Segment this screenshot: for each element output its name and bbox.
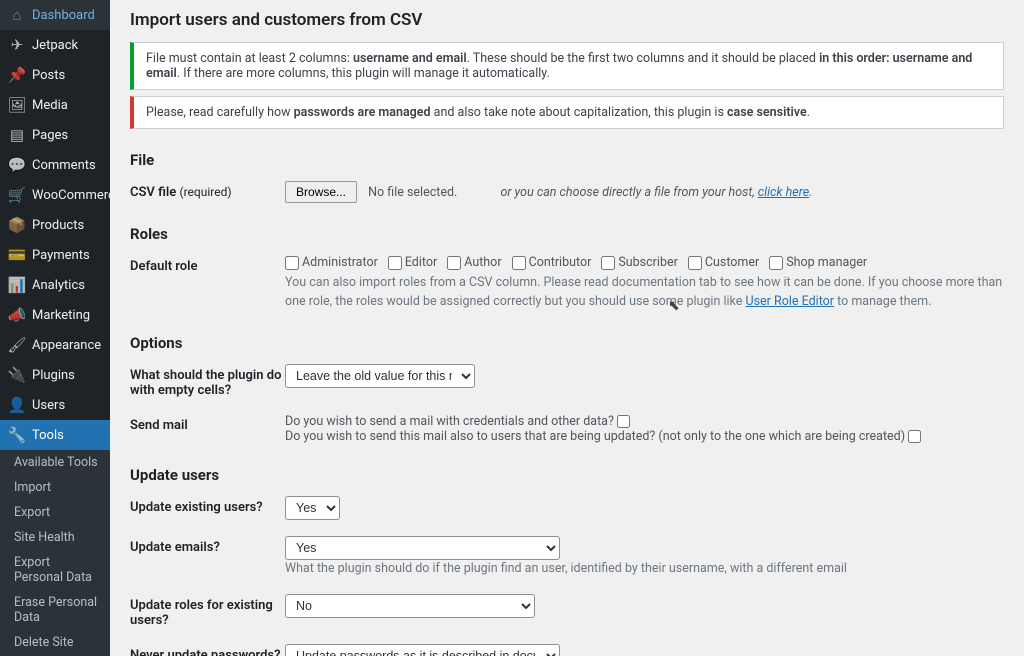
update-emails-desc: What the plugin should do if the plugin … [285, 560, 1004, 579]
csv-file-label: CSV file (required) [130, 181, 285, 203]
role-check-editor[interactable]: Editor [388, 255, 437, 270]
role-checkbox[interactable] [688, 256, 702, 270]
role-checkbox[interactable] [388, 256, 402, 270]
menu-icon: ✈ [8, 36, 26, 54]
submenu-item[interactable]: Site Health [0, 525, 110, 550]
user-role-editor-link[interactable]: User Role Editor [746, 294, 835, 309]
role-checkbox[interactable] [769, 256, 783, 270]
menu-icon: 💬 [8, 156, 26, 174]
sidebar-item-marketing[interactable]: 📣Marketing [0, 300, 110, 330]
role-check-subscriber[interactable]: Subscriber [601, 255, 678, 270]
sidebar-item-users[interactable]: 👤Users [0, 390, 110, 420]
section-file: File [130, 151, 1004, 169]
admin-sidebar: ⌂Dashboard✈Jetpack📌Posts🖼Media▤Pages💬Com… [0, 0, 110, 656]
mail-updated-checkbox[interactable] [908, 430, 921, 443]
menu-icon: 🖌 [8, 336, 26, 354]
never-update-pw-select[interactable]: Update passwords as it is described in d… [285, 644, 560, 656]
submenu-item[interactable]: Delete Site [0, 630, 110, 655]
menu-icon: ⌂ [8, 6, 26, 24]
sidebar-item-comments[interactable]: 💬Comments [0, 150, 110, 180]
submenu-item[interactable]: Available Tools [0, 450, 110, 475]
update-existing-label: Update existing users? [130, 496, 285, 520]
sidebar-item-jetpack[interactable]: ✈Jetpack [0, 30, 110, 60]
mail-q2-text: Do you wish to send this mail also to us… [285, 429, 905, 444]
click-here-link[interactable]: click here [758, 185, 809, 200]
menu-icon: 🔧 [8, 426, 26, 444]
update-roles-label: Update roles for existing users? [130, 594, 285, 628]
role-checkbox[interactable] [601, 256, 615, 270]
sidebar-item-media[interactable]: 🖼Media [0, 90, 110, 120]
empty-cells-select[interactable]: Leave the old value for this metadata [285, 364, 475, 388]
submenu-item[interactable]: Import [0, 475, 110, 500]
no-file-text: No file selected. [368, 185, 457, 200]
host-hint: or you can choose directly a file from y… [500, 185, 812, 200]
roles-description: You can also import roles from a CSV col… [285, 274, 1004, 312]
never-update-pw-label: Never update passwords? [130, 644, 285, 656]
submenu-item[interactable]: Export Personal Data [0, 550, 110, 590]
sidebar-item-posts[interactable]: 📌Posts [0, 60, 110, 90]
role-check-author[interactable]: Author [447, 255, 501, 270]
role-check-contributor[interactable]: Contributor [512, 255, 592, 270]
menu-icon: 🔌 [8, 366, 26, 384]
menu-icon: 📦 [8, 216, 26, 234]
update-roles-select[interactable]: No [285, 594, 535, 618]
role-check-customer[interactable]: Customer [688, 255, 759, 270]
menu-icon: ▤ [8, 126, 26, 144]
submenu-item[interactable]: Export [0, 500, 110, 525]
section-options: Options [130, 334, 1004, 352]
menu-icon: 🛒 [8, 186, 26, 204]
role-checkbox[interactable] [512, 256, 526, 270]
notice-file-columns: File must contain at least 2 columns: us… [130, 42, 1004, 90]
section-roles: Roles [130, 225, 1004, 243]
notice-passwords: Please, read carefully how passwords are… [130, 96, 1004, 129]
send-mail-label: Send mail [130, 414, 285, 444]
sidebar-item-woocommerce[interactable]: 🛒WooCommerce [0, 180, 110, 210]
sidebar-item-products[interactable]: 📦Products [0, 210, 110, 240]
update-emails-label: Update emails? [130, 536, 285, 579]
sidebar-item-tools[interactable]: 🔧Tools [0, 420, 110, 450]
submenu-item[interactable]: Erase Personal Data [0, 590, 110, 630]
role-check-administrator[interactable]: Administrator [285, 255, 378, 270]
sidebar-item-pages[interactable]: ▤Pages [0, 120, 110, 150]
sidebar-item-appearance[interactable]: 🖌Appearance [0, 330, 110, 360]
default-role-label: Default role [130, 255, 285, 312]
main-content: Import users and customers from CSV File… [110, 0, 1024, 656]
menu-icon: 📊 [8, 276, 26, 294]
menu-icon: 💳 [8, 246, 26, 264]
browse-button[interactable]: Browse... [285, 181, 357, 203]
role-checkbox[interactable] [285, 256, 299, 270]
update-emails-select[interactable]: Yes [285, 536, 560, 560]
section-update-users: Update users [130, 466, 1004, 484]
sidebar-item-plugins[interactable]: 🔌Plugins [0, 360, 110, 390]
mail-credentials-checkbox[interactable] [617, 415, 630, 428]
mail-q1-text: Do you wish to send a mail with credenti… [285, 414, 614, 429]
menu-icon: 📌 [8, 66, 26, 84]
sidebar-item-dashboard[interactable]: ⌂Dashboard [0, 0, 110, 30]
menu-icon: 👤 [8, 396, 26, 414]
sidebar-item-payments[interactable]: 💳Payments [0, 240, 110, 270]
menu-icon: 📣 [8, 306, 26, 324]
empty-cells-label: What should the plugin do with empty cel… [130, 364, 285, 398]
page-title: Import users and customers from CSV [130, 10, 1004, 30]
role-check-shop-manager[interactable]: Shop manager [769, 255, 867, 270]
sidebar-item-analytics[interactable]: 📊Analytics [0, 270, 110, 300]
menu-icon: 🖼 [8, 96, 26, 114]
role-checkbox[interactable] [447, 256, 461, 270]
update-existing-select[interactable]: Yes [285, 496, 340, 520]
